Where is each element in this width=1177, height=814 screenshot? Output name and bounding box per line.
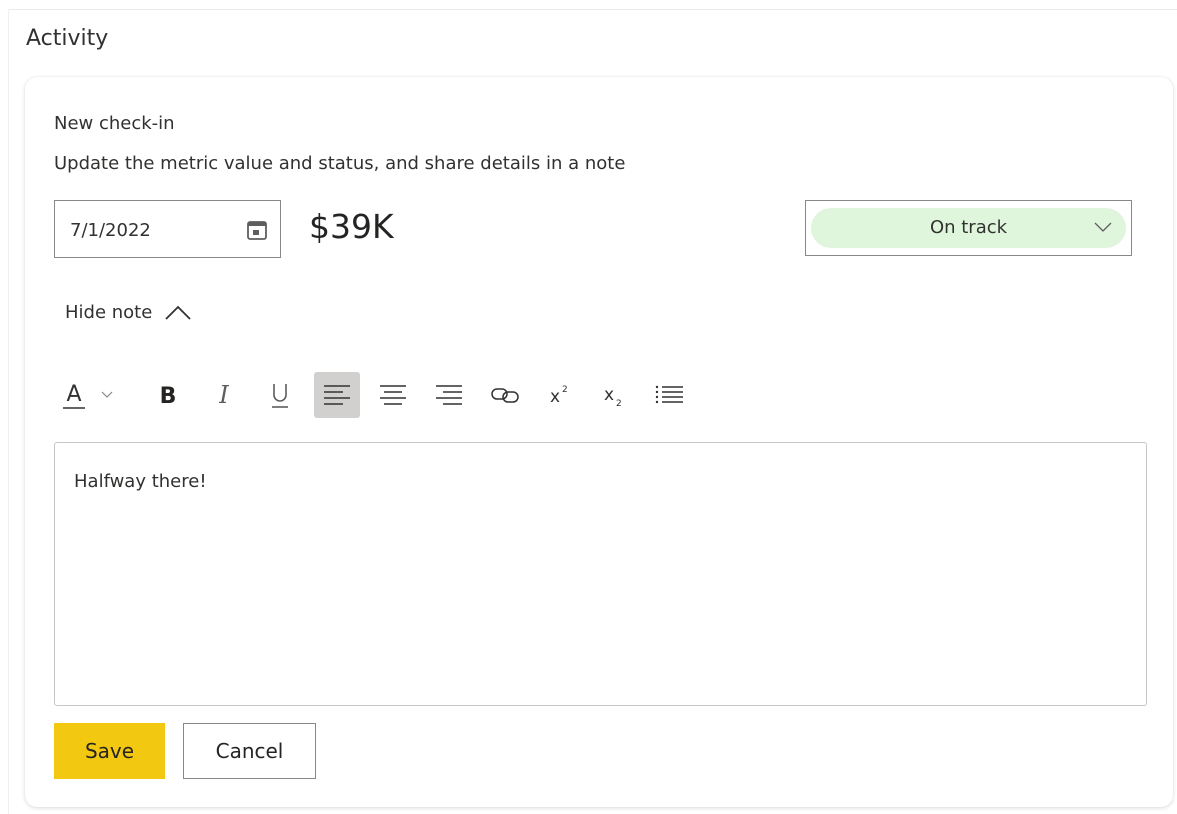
note-editor[interactable]: Halfway there! bbox=[54, 442, 1147, 706]
checkin-card: New check-in Update the metric value and… bbox=[25, 77, 1173, 807]
bold-icon: B bbox=[160, 384, 177, 409]
align-right-icon bbox=[436, 385, 462, 405]
bullet-list-button[interactable] bbox=[646, 372, 692, 418]
checkin-subtitle: Update the metric value and status, and … bbox=[54, 153, 626, 174]
section-title: Activity bbox=[26, 26, 109, 51]
svg-text:I: I bbox=[218, 381, 229, 409]
svg-text:A: A bbox=[66, 382, 81, 407]
checkin-title: New check-in bbox=[54, 113, 175, 134]
chevron-down-icon bbox=[1094, 222, 1112, 232]
svg-text:2: 2 bbox=[562, 385, 568, 395]
font-color-button[interactable]: A bbox=[54, 372, 94, 418]
svg-text:2: 2 bbox=[616, 399, 622, 409]
date-value: 7/1/2022 bbox=[70, 220, 151, 241]
italic-button[interactable]: I bbox=[202, 372, 246, 418]
bold-button[interactable]: B bbox=[148, 372, 188, 418]
link-button[interactable] bbox=[482, 372, 528, 418]
underline-button[interactable] bbox=[258, 372, 302, 418]
status-selected: On track bbox=[929, 217, 1008, 238]
status-dropdown[interactable]: On track bbox=[805, 200, 1132, 256]
chevron-down-icon bbox=[101, 391, 113, 398]
hide-note-toggle[interactable]: Hide note bbox=[65, 297, 192, 327]
calendar-icon[interactable] bbox=[245, 218, 269, 242]
top-divider bbox=[8, 9, 1177, 10]
subscript-icon: x 2 bbox=[604, 385, 622, 409]
align-left-icon bbox=[324, 385, 350, 405]
underline-icon bbox=[272, 384, 288, 408]
superscript-icon: x 2 bbox=[550, 385, 568, 407]
note-text: Halfway there! bbox=[74, 471, 207, 492]
date-picker[interactable]: 7/1/2022 bbox=[54, 200, 281, 258]
align-center-icon bbox=[380, 385, 406, 405]
svg-text:x: x bbox=[604, 385, 614, 405]
font-color-dropdown-button[interactable] bbox=[94, 372, 120, 418]
cancel-button[interactable]: Cancel bbox=[183, 723, 316, 779]
italic-icon: I bbox=[218, 381, 229, 409]
font-color-icon: A bbox=[63, 382, 85, 409]
hide-note-label: Hide note bbox=[65, 301, 153, 323]
superscript-button[interactable]: x 2 bbox=[538, 372, 584, 418]
align-right-button[interactable] bbox=[426, 372, 472, 418]
svg-text:B: B bbox=[160, 384, 177, 409]
align-center-button[interactable] bbox=[370, 372, 416, 418]
save-button[interactable]: Save bbox=[54, 723, 165, 779]
bullet-list-icon bbox=[655, 385, 683, 404]
left-divider bbox=[8, 9, 9, 814]
svg-text:x: x bbox=[550, 387, 560, 407]
align-left-button[interactable] bbox=[314, 372, 360, 418]
link-icon bbox=[491, 388, 519, 403]
chevron-up-icon bbox=[165, 305, 191, 320]
subscript-button[interactable]: x 2 bbox=[592, 372, 638, 418]
status-pill[interactable]: On track bbox=[811, 208, 1126, 248]
metric-value: $39K bbox=[309, 207, 394, 246]
